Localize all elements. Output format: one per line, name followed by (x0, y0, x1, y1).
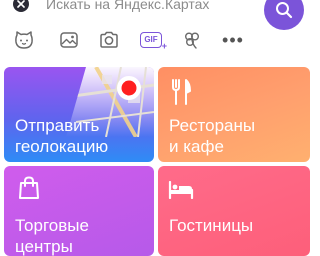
tile-label-line: и кафе (169, 137, 224, 156)
tile-label-line: Торговые (15, 216, 89, 235)
gif-plus: + (161, 41, 167, 51)
camera-icon (100, 31, 118, 48)
search-button[interactable] (264, 0, 304, 30)
gallery-button[interactable] (57, 28, 81, 52)
search-icon (276, 2, 293, 19)
tile-label-line: геолокацию (15, 137, 109, 156)
sticker-button[interactable] (12, 28, 36, 52)
send-geolocation-tile[interactable]: Отправить геолокацию (4, 67, 154, 162)
close-icon (17, 0, 25, 8)
tile-label-line: Рестораны (169, 116, 256, 135)
gif-button[interactable]: GIF + (139, 28, 167, 52)
more-button[interactable]: ••• (221, 28, 245, 52)
clear-search-button[interactable] (13, 0, 29, 12)
attachment-icon-row: GIF + ••• (0, 28, 256, 52)
tile-label-line: Отправить (15, 116, 100, 135)
search-input[interactable] (46, 0, 246, 13)
shopping-bag-icon (19, 176, 39, 199)
send-geolocation-label: Отправить геолокацию (15, 115, 108, 157)
camera-button[interactable] (97, 28, 121, 52)
sticker-pack-button[interactable] (180, 28, 204, 52)
shopping-centers-label: Торговые центры (15, 215, 89, 256)
restaurants-label: Рестораны и кафе (169, 115, 255, 157)
bed-icon (168, 181, 194, 199)
shopping-centers-tile[interactable]: Торговые центры (4, 166, 154, 256)
tile-label-line: центры (15, 237, 73, 256)
clover-icon (185, 32, 199, 49)
restaurants-tile[interactable]: Рестораны и кафе (158, 67, 310, 162)
image-icon (60, 32, 78, 48)
map-pin-icon (117, 76, 141, 100)
tile-label-line: Гостиницы (169, 216, 254, 235)
fork-knife-icon (172, 79, 191, 105)
gif-label: GIF (144, 35, 158, 44)
hotels-tile[interactable]: Гостиницы (158, 166, 310, 256)
hotels-label: Гостиницы (169, 215, 253, 236)
search-bar (0, 0, 310, 30)
cat-face-icon (15, 31, 33, 49)
more-icon: ••• (222, 30, 244, 50)
gif-icon: GIF + (140, 32, 167, 51)
